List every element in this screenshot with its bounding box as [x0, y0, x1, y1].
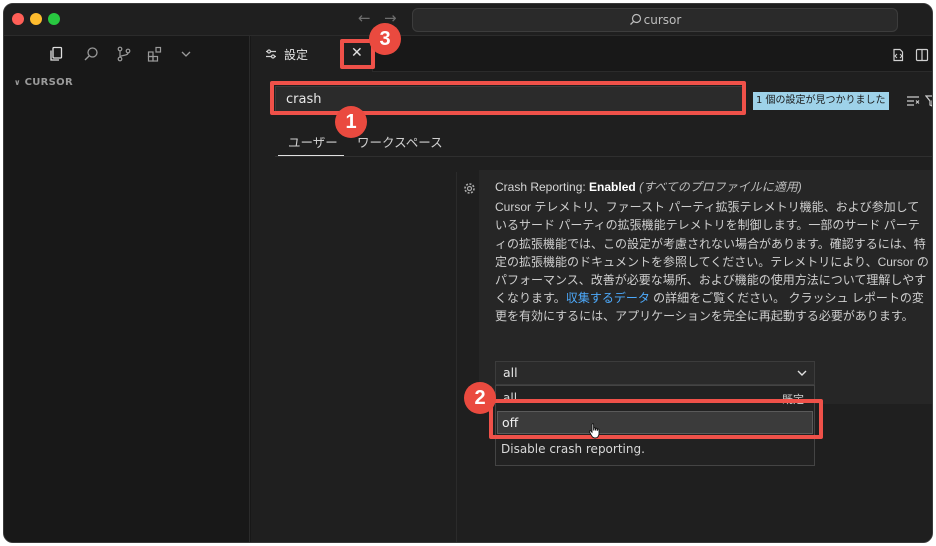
clear-filter-icon[interactable]	[906, 94, 920, 108]
setting-title-name: Enabled	[589, 180, 636, 194]
workspace-name: CURSOR	[24, 77, 73, 88]
setting-title-prefix: Crash Reporting:	[495, 180, 590, 194]
settings-sliders-icon	[266, 49, 276, 59]
extensions-icon[interactable]	[147, 46, 163, 62]
source-control-icon[interactable]	[116, 46, 132, 62]
highlight-off-option	[489, 399, 823, 439]
toc-divider	[456, 172, 457, 542]
collected-data-link[interactable]: 収集するデータ	[566, 291, 650, 305]
arrow-left-icon[interactable]: ←	[358, 9, 371, 27]
select-value: all	[503, 365, 518, 380]
setting-description: Cursor テレメトリ、ファースト パーティ拡張テレメトリ機能、および参加して…	[495, 198, 931, 325]
close-window-button[interactable]	[12, 13, 24, 25]
tab-user-scope[interactable]: ユーザー	[288, 132, 338, 151]
filter-icon[interactable]	[925, 94, 933, 108]
option-description: Disable crash reporting.	[496, 436, 814, 456]
title-bar: ← → cursor	[4, 4, 932, 36]
scope-tabs-divider	[275, 156, 932, 157]
app-window: ← → cursor ∨ CURSOR 設定 ✕ crash 1 個の設定が見つ…	[3, 3, 933, 543]
files-icon[interactable]	[48, 46, 64, 62]
pointer-hand-icon	[588, 423, 600, 439]
primary-sidebar: ∨ CURSOR	[4, 36, 250, 542]
crash-reporting-select[interactable]: all	[495, 361, 815, 385]
search-icon[interactable]	[83, 46, 99, 62]
command-center-search[interactable]: cursor	[412, 8, 898, 32]
chevron-down-icon	[797, 370, 807, 376]
tab-label: 設定	[284, 48, 309, 62]
search-icon	[629, 13, 641, 25]
setting-title: Crash Reporting: Enabled (すべてのプロファイルに適用)	[495, 178, 931, 196]
gear-icon[interactable]	[463, 182, 476, 195]
setting-description-text: Cursor テレメトリ、ファースト パーティ拡張テレメトリ機能、および参加して…	[495, 200, 929, 306]
step-marker-2: 2	[464, 382, 496, 414]
explorer-section-header[interactable]: ∨ CURSOR	[14, 77, 73, 88]
step-marker-3: 3	[369, 23, 401, 55]
split-editor-icon[interactable]	[915, 48, 929, 62]
command-center-text: cursor	[643, 13, 682, 27]
setting-content: Crash Reporting: Enabled (すべてのプロファイルに適用)…	[495, 178, 931, 326]
zoom-window-button[interactable]	[48, 13, 60, 25]
chevron-down-icon[interactable]	[180, 48, 192, 60]
results-count-badge: 1 個の設定が見つかりました	[753, 92, 889, 110]
chevron-down-icon: ∨	[14, 78, 21, 87]
minimize-window-button[interactable]	[30, 13, 42, 25]
active-tab-underline	[278, 155, 344, 156]
open-settings-json-icon[interactable]	[891, 48, 905, 62]
setting-scope-label: (すべてのプロファイルに適用)	[639, 180, 802, 194]
tab-workspace-scope[interactable]: ワークスペース	[357, 132, 443, 151]
step-marker-1: 1	[335, 106, 367, 138]
